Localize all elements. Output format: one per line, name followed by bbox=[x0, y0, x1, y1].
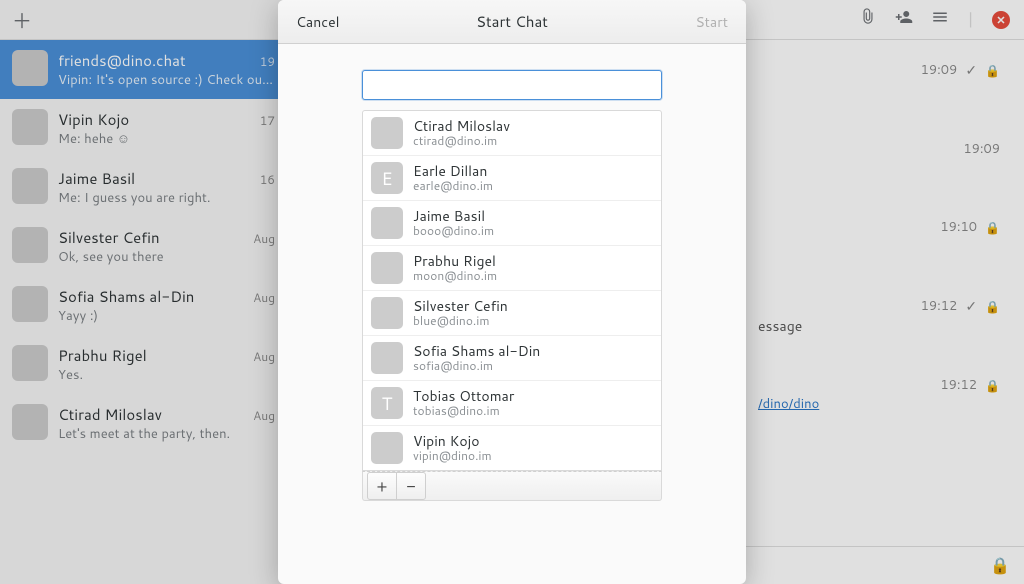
contact-item[interactable]: Sofia Shams al-Din sofia@dino.im bbox=[363, 335, 661, 380]
contact-jid: vipin@dino.im bbox=[413, 449, 492, 463]
contact-item[interactable]: Jaime Basil booo@dino.im bbox=[363, 200, 661, 245]
cancel-button[interactable]: Cancel bbox=[296, 12, 340, 32]
contact-search-input[interactable] bbox=[362, 70, 662, 100]
remove-contact-button[interactable]: − bbox=[396, 472, 426, 500]
contact-item[interactable]: T Tobias Ottomar tobias@dino.im bbox=[363, 380, 661, 425]
dialog-header: Cancel Start Chat Start bbox=[278, 0, 746, 44]
dialog-title: Start Chat bbox=[476, 11, 548, 32]
add-contact-button[interactable]: + bbox=[367, 472, 397, 500]
contact-item[interactable]: Vipin Kojo vipin@dino.im bbox=[363, 425, 661, 470]
contact-jid: tobias@dino.im bbox=[413, 404, 514, 418]
contact-jid: blue@dino.im bbox=[413, 314, 508, 328]
contact-jid: sofia@dino.im bbox=[413, 359, 540, 373]
avatar bbox=[371, 432, 403, 464]
avatar bbox=[371, 297, 403, 329]
contact-jid: booo@dino.im bbox=[413, 224, 494, 238]
avatar bbox=[371, 342, 403, 374]
contact-jid: earle@dino.im bbox=[413, 179, 493, 193]
avatar bbox=[371, 252, 403, 284]
contact-item[interactable]: Prabhu Rigel moon@dino.im bbox=[363, 245, 661, 290]
contact-jid: ctirad@dino.im bbox=[413, 134, 510, 148]
list-toolbar: + − bbox=[362, 471, 662, 501]
contact-jid: moon@dino.im bbox=[413, 269, 497, 283]
contact-list: Ctirad Miloslav ctirad@dino.im E Earle D… bbox=[362, 110, 662, 471]
contact-item[interactable]: Silvester Cefin blue@dino.im bbox=[363, 290, 661, 335]
avatar: T bbox=[371, 387, 403, 419]
avatar bbox=[371, 117, 403, 149]
avatar bbox=[371, 207, 403, 239]
avatar: E bbox=[371, 162, 403, 194]
start-button[interactable]: Start bbox=[695, 12, 728, 32]
contact-item[interactable]: E Earle Dillan earle@dino.im bbox=[363, 155, 661, 200]
contact-item[interactable]: Ctirad Miloslav ctirad@dino.im bbox=[363, 111, 661, 155]
start-chat-dialog: Cancel Start Chat Start Ctirad Miloslav … bbox=[278, 0, 746, 584]
